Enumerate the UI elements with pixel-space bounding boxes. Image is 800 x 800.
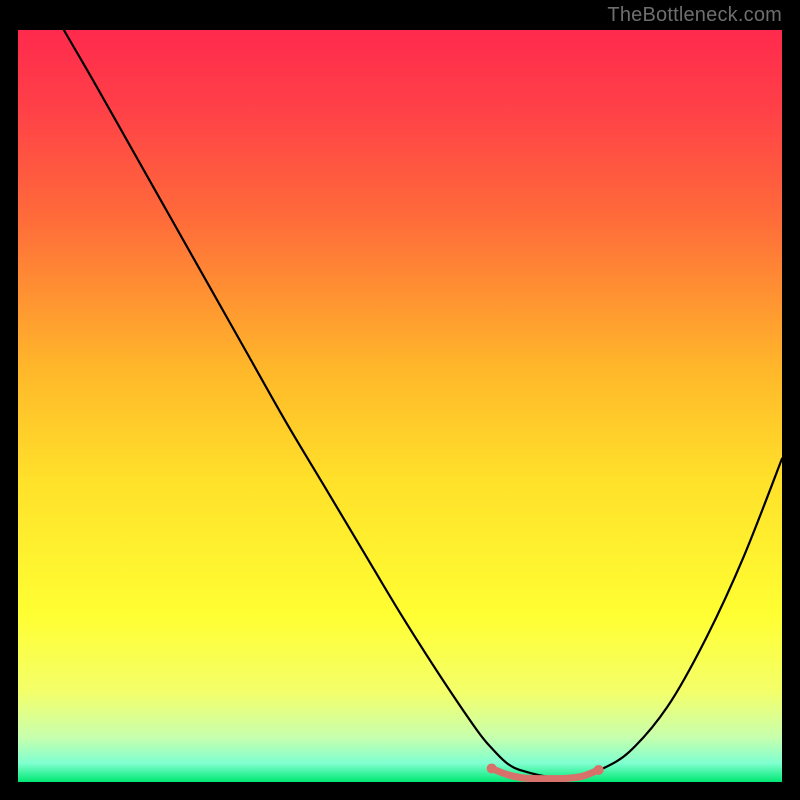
chart-frame (18, 30, 782, 782)
optimal-band-dot-right (594, 765, 604, 775)
optimal-band-dot-left (487, 763, 497, 773)
watermark-text: TheBottleneck.com (607, 4, 782, 27)
bottleneck-chart (18, 30, 782, 782)
gradient-background (18, 30, 782, 782)
